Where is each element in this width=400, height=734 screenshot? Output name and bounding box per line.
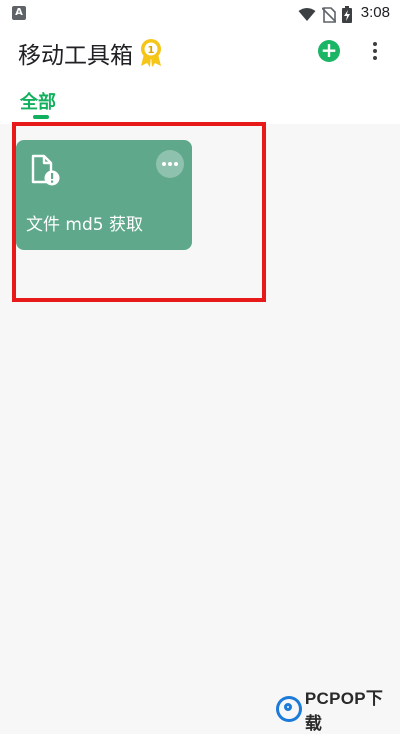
app-header: 移动工具箱 1 + 全部 [0,28,400,124]
more-vert-icon[interactable] [368,38,382,64]
status-icons [298,6,352,23]
battery-charging-icon [342,6,352,23]
watermark-text: PCPOP下载 [304,689,384,733]
a-icon: A [12,6,26,20]
add-button[interactable]: + [318,40,340,62]
wifi-icon [298,7,316,21]
highlight-annotation-box [12,122,266,302]
page-title: 移动工具箱 [18,43,133,69]
svg-text:1: 1 [148,45,155,56]
watermark: PCPOP下载 [276,684,400,734]
tab-all[interactable]: 全部 [20,88,56,114]
no-sim-icon [322,6,336,23]
status-bar: A 3:08 [0,0,400,28]
medal-icon[interactable]: 1 [138,38,164,68]
tab-indicator [33,115,49,119]
status-time: 3:08 [360,4,390,21]
pcpop-logo-icon [276,696,302,722]
